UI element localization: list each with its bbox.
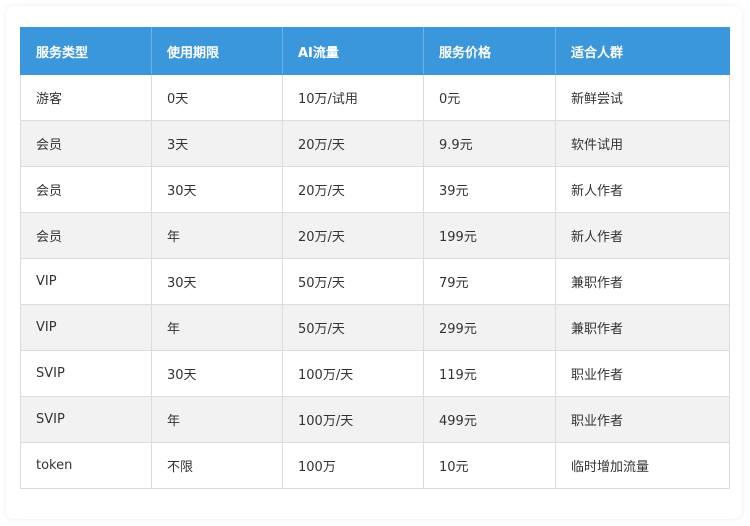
table-row: SVIP 年 100万/天 499元 职业作者 — [20, 396, 730, 443]
header-duration: 使用期限 — [151, 27, 283, 75]
cell-price: 0元 — [423, 74, 556, 121]
cell-ai-traffic: 50万/天 — [282, 304, 424, 351]
cell-service-type: 会员 — [20, 120, 152, 167]
cell-service-type: 会员 — [20, 166, 152, 213]
pricing-table: 服务类型 使用期限 AI流量 服务价格 适合人群 游客 0天 10万/试用 0元… — [20, 27, 730, 489]
cell-price: 10元 — [423, 442, 556, 489]
cell-audience: 新鲜尝试 — [555, 74, 730, 121]
cell-ai-traffic: 100万/天 — [282, 396, 424, 443]
header-row: 服务类型 使用期限 AI流量 服务价格 适合人群 — [20, 27, 730, 75]
cell-audience: 新人作者 — [555, 212, 730, 259]
cell-price: 119元 — [423, 350, 556, 397]
cell-ai-traffic: 20万/天 — [282, 120, 424, 167]
cell-price: 9.9元 — [423, 120, 556, 167]
cell-price: 499元 — [423, 396, 556, 443]
header-service-type: 服务类型 — [20, 27, 152, 75]
cell-ai-traffic: 100万 — [282, 442, 424, 489]
cell-service-type: SVIP — [20, 396, 152, 443]
table-row: 会员 30天 20万/天 39元 新人作者 — [20, 166, 730, 213]
table-row: token 不限 100万 10元 临时增加流量 — [20, 442, 730, 489]
cell-service-type: VIP — [20, 304, 152, 351]
cell-price: 199元 — [423, 212, 556, 259]
cell-service-type: VIP — [20, 258, 152, 305]
table-row: 会员 年 20万/天 199元 新人作者 — [20, 212, 730, 259]
table-body: 游客 0天 10万/试用 0元 新鲜尝试 会员 3天 20万/天 9.9元 软件… — [20, 74, 730, 489]
cell-duration: 年 — [151, 396, 283, 443]
cell-duration: 3天 — [151, 120, 283, 167]
cell-service-type: 游客 — [20, 74, 152, 121]
cell-ai-traffic: 10万/试用 — [282, 74, 424, 121]
cell-service-type: 会员 — [20, 212, 152, 259]
header-ai-traffic: AI流量 — [282, 27, 424, 75]
table-row: VIP 30天 50万/天 79元 兼职作者 — [20, 258, 730, 305]
cell-duration: 30天 — [151, 350, 283, 397]
cell-ai-traffic: 20万/天 — [282, 166, 424, 213]
cell-audience: 职业作者 — [555, 350, 730, 397]
table-row: SVIP 30天 100万/天 119元 职业作者 — [20, 350, 730, 397]
cell-service-type: SVIP — [20, 350, 152, 397]
cell-price: 39元 — [423, 166, 556, 213]
cell-duration: 不限 — [151, 442, 283, 489]
cell-duration: 0天 — [151, 74, 283, 121]
table-header: 服务类型 使用期限 AI流量 服务价格 适合人群 — [20, 27, 730, 75]
cell-audience: 兼职作者 — [555, 304, 730, 351]
table-row: 游客 0天 10万/试用 0元 新鲜尝试 — [20, 74, 730, 121]
header-price: 服务价格 — [423, 27, 556, 75]
cell-audience: 软件试用 — [555, 120, 730, 167]
cell-service-type: token — [20, 442, 152, 489]
cell-duration: 年 — [151, 304, 283, 351]
cell-price: 299元 — [423, 304, 556, 351]
cell-duration: 30天 — [151, 258, 283, 305]
cell-price: 79元 — [423, 258, 556, 305]
cell-ai-traffic: 50万/天 — [282, 258, 424, 305]
header-audience: 适合人群 — [555, 27, 730, 75]
cell-duration: 年 — [151, 212, 283, 259]
cell-ai-traffic: 20万/天 — [282, 212, 424, 259]
table-row: VIP 年 50万/天 299元 兼职作者 — [20, 304, 730, 351]
cell-ai-traffic: 100万/天 — [282, 350, 424, 397]
cell-audience: 职业作者 — [555, 396, 730, 443]
cell-audience: 兼职作者 — [555, 258, 730, 305]
table-row: 会员 3天 20万/天 9.9元 软件试用 — [20, 120, 730, 167]
cell-audience: 临时增加流量 — [555, 442, 730, 489]
cell-audience: 新人作者 — [555, 166, 730, 213]
cell-duration: 30天 — [151, 166, 283, 213]
